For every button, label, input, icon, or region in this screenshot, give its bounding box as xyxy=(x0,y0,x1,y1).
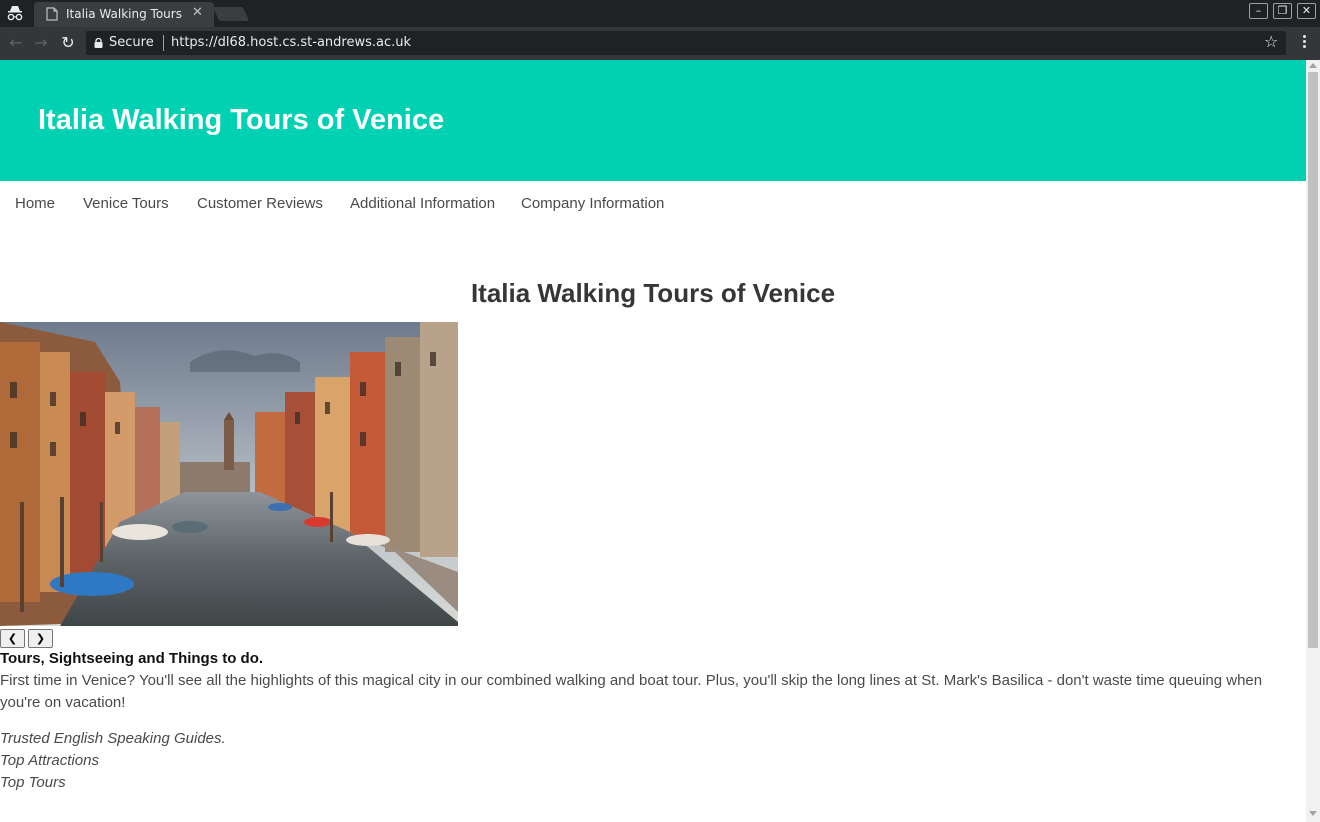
nav-home[interactable]: Home xyxy=(15,195,55,212)
browser-tab[interactable]: Italia Walking Tours of Venice ✕ xyxy=(34,2,214,27)
tab-title: Italia Walking Tours of Venice xyxy=(66,7,186,21)
omnibox-divider xyxy=(163,35,164,51)
section-title: Tours, Sightseeing and Things to do. xyxy=(0,650,264,667)
page-viewport: Italia Walking Tours of Venice Home Veni… xyxy=(0,60,1306,822)
scrollbar-thumb[interactable] xyxy=(1308,72,1318,648)
nav-customer-reviews[interactable]: Customer Reviews xyxy=(197,195,323,212)
incognito-icon xyxy=(7,6,23,21)
page-icon xyxy=(46,7,58,21)
url-text[interactable]: https://dl68.host.cs.st-andrews.ac.uk xyxy=(171,35,411,50)
venice-canal-photo xyxy=(0,322,458,626)
nav-additional-information[interactable]: Additional Information xyxy=(350,195,495,212)
lock-icon xyxy=(94,38,103,48)
back-arrow-icon[interactable]: ← xyxy=(6,33,26,53)
page-title: Italia Walking Tours of Venice xyxy=(470,278,836,308)
nav-venice-tours[interactable]: Venice Tours xyxy=(83,195,169,212)
forward-arrow-icon[interactable]: → xyxy=(31,33,51,53)
kebab-menu-icon[interactable] xyxy=(1296,33,1312,53)
site-header: Italia Walking Tours of Venice xyxy=(0,60,1306,181)
window-close-icon[interactable]: ✕ xyxy=(1297,3,1316,19)
intro-paragraph: First time in Venice? You'll see all the… xyxy=(0,672,1263,711)
browser-toolbar: ← → ↻ Secure https://dl68.host.cs.st-and… xyxy=(0,27,1320,60)
minimize-icon[interactable]: – xyxy=(1249,3,1268,19)
feature-item: Trusted English Speaking Guides. xyxy=(0,730,226,747)
reload-icon[interactable]: ↻ xyxy=(58,33,78,53)
star-icon[interactable]: ☆ xyxy=(1264,32,1278,51)
close-icon[interactable]: ✕ xyxy=(192,5,203,20)
site-title: Italia Walking Tours of Venice xyxy=(38,104,445,136)
page-scrollbar[interactable] xyxy=(1306,60,1320,822)
restore-icon[interactable]: ❐ xyxy=(1273,3,1292,19)
address-bar[interactable]: Secure https://dl68.host.cs.st-andrews.a… xyxy=(86,31,1286,55)
new-tab-button[interactable] xyxy=(212,7,250,21)
secure-label: Secure xyxy=(109,35,154,50)
feature-item: Top Attractions xyxy=(0,752,99,769)
site-nav: Home Venice Tours Customer Reviews Addit… xyxy=(0,181,1306,227)
slider-prev-button[interactable]: ❮ xyxy=(0,629,25,648)
scroll-up-arrow-icon[interactable] xyxy=(1309,63,1317,68)
feature-item: Top Tours xyxy=(0,774,66,791)
nav-company-information[interactable]: Company Information xyxy=(521,195,664,212)
browser-tab-strip: Italia Walking Tours of Venice ✕ – ❐ ✕ xyxy=(0,0,1320,27)
scroll-down-arrow-icon[interactable] xyxy=(1309,811,1317,816)
slider-next-button[interactable]: ❯ xyxy=(28,629,53,648)
